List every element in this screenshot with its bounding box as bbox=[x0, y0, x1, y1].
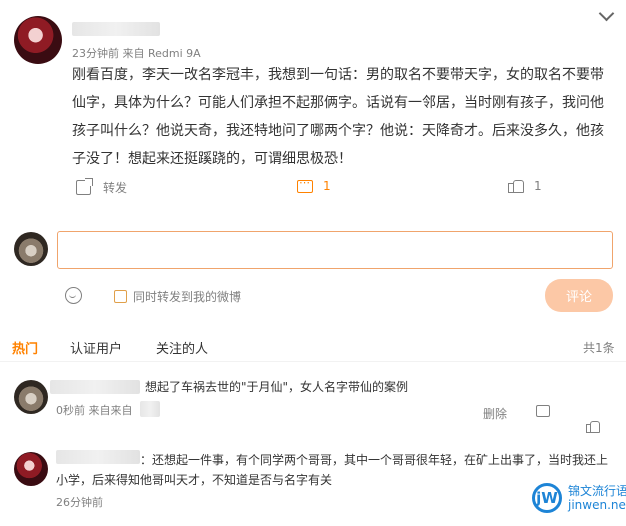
comment-avatar[interactable] bbox=[14, 380, 48, 414]
submit-comment-button[interactable]: 评论 bbox=[545, 279, 613, 312]
repost-label: 转发 bbox=[103, 181, 128, 195]
tab-following[interactable]: 关注的人 bbox=[156, 338, 208, 357]
comment-meta: 0秒前 来自来自 bbox=[56, 404, 133, 417]
watermark-title: 锦文流行语 bbox=[568, 484, 626, 498]
tab-verified[interactable]: 认证用户 bbox=[70, 338, 122, 357]
like-button[interactable]: 1 bbox=[508, 179, 542, 193]
post-author-name-blurred[interactable] bbox=[72, 22, 160, 36]
emoji-icon[interactable] bbox=[65, 287, 82, 304]
tab-hot[interactable]: 热门 bbox=[12, 338, 38, 357]
also-repost-option[interactable]: 同时转发到我的微博 bbox=[114, 288, 241, 305]
comment-like-icon[interactable] bbox=[586, 421, 600, 433]
repost-icon bbox=[76, 178, 93, 195]
comment-icon bbox=[297, 176, 313, 193]
post-text: 刚看百度，李天一改名李冠丰，我想到一句话：男的取名不要带天字，女的取名不要带仙字… bbox=[72, 67, 604, 167]
like-icon bbox=[508, 179, 524, 193]
comment-avatar[interactable] bbox=[14, 452, 48, 486]
divider bbox=[0, 361, 626, 362]
total-count: 共1条 bbox=[583, 341, 615, 355]
post-meta: 23分钟前 来自 Redmi 9A bbox=[72, 47, 201, 60]
checkbox-icon[interactable] bbox=[114, 290, 127, 303]
comment-text: ：还想起一件事，有个同学两个哥哥，其中一个哥哥很年轻，在矿上出事了，当时我还上小… bbox=[56, 453, 609, 487]
watermark-logo: jW bbox=[532, 483, 562, 513]
also-repost-label: 同时转发到我的微博 bbox=[133, 290, 242, 304]
my-avatar bbox=[14, 232, 48, 266]
comment-text: 想起了车祸去世的"于月仙"，女人名字带仙的案例 bbox=[145, 380, 409, 394]
comment-author-blurred[interactable] bbox=[50, 380, 140, 394]
delete-button[interactable]: 删除 bbox=[483, 405, 507, 422]
comment-button[interactable]: 1 bbox=[297, 176, 331, 193]
post-author-avatar[interactable] bbox=[14, 16, 62, 64]
watermark-url: jinwen.net bbox=[568, 498, 626, 512]
comment-meta: 26分钟前 bbox=[56, 496, 103, 509]
comment-input[interactable] bbox=[57, 231, 613, 269]
comment-count: 1 bbox=[323, 179, 331, 193]
watermark: jW 锦文流行语 jinwen.net bbox=[532, 483, 626, 513]
repost-button[interactable]: 转发 bbox=[76, 178, 128, 196]
comment-reply-icon[interactable] bbox=[536, 405, 550, 417]
comment-source-blurred bbox=[140, 401, 160, 417]
like-count: 1 bbox=[534, 179, 542, 193]
chevron-down-icon[interactable] bbox=[598, 5, 615, 22]
